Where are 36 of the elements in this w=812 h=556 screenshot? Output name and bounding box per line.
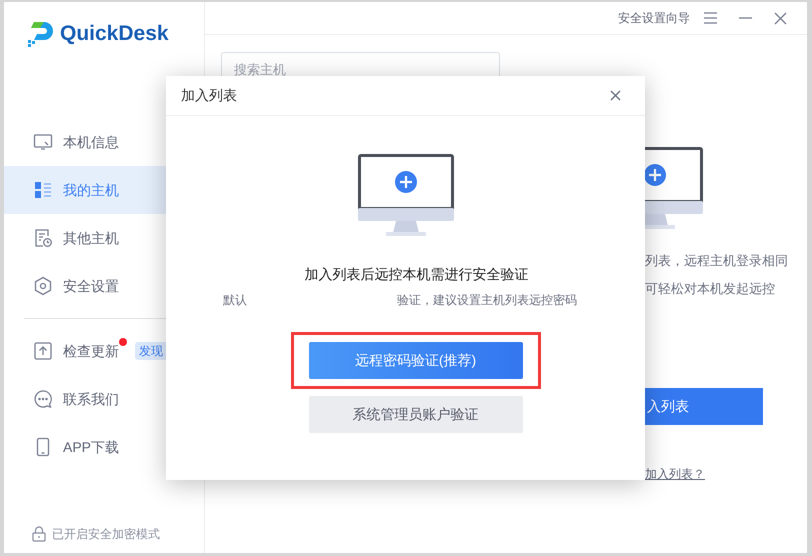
close-icon[interactable] (610, 90, 621, 101)
add-to-list-button[interactable]: 入列表 (645, 388, 763, 425)
help-link[interactable]: 加入列表？ (645, 465, 788, 483)
sidebar-label: 联系我们 (63, 390, 119, 408)
sidebar-label: 本机信息 (63, 132, 119, 152)
lock-icon (32, 526, 46, 542)
encryption-status: 已开启安全加密模式 (52, 526, 160, 543)
logo-icon (26, 20, 54, 48)
dialog-heading: 加入列表后远控本机需进行安全验证 (304, 265, 528, 284)
remote-password-button[interactable]: 远程密码验证(推荐) (308, 342, 522, 379)
description-text: 可轻松对本机发起远控 (645, 280, 776, 298)
subtitle-text: 默认 (223, 292, 247, 309)
sidebar-item[interactable]: 本机信息 (4, 118, 204, 166)
menu-icon[interactable] (704, 12, 717, 24)
list-icon (33, 180, 53, 200)
hexagon-icon (33, 276, 53, 296)
sidebar-label: 检查更新 (63, 340, 119, 362)
close-icon[interactable] (774, 12, 787, 24)
sidebar-label: 其他主机 (63, 228, 119, 248)
chat-icon (33, 389, 53, 409)
admin-account-button[interactable]: 系统管理员账户验证 (308, 396, 522, 433)
sidebar-label: 我的主机 (63, 180, 119, 200)
logo-text: QuickDesk (60, 21, 169, 47)
sidebar-item[interactable]: 联系我们 (4, 375, 204, 423)
sidebar-item[interactable]: 其他主机 (4, 214, 204, 262)
dialog-title: 加入列表 (181, 86, 237, 105)
description-text: 列表，远程主机登录相同 (645, 252, 788, 270)
upload-icon (33, 341, 53, 361)
security-wizard-link[interactable]: 安全设置向导 (618, 9, 690, 27)
document-clock-icon (33, 228, 53, 248)
sidebar-label: 安全设置 (63, 276, 119, 296)
sidebar-item[interactable]: 安全设置 (4, 262, 204, 310)
sidebar-item[interactable]: APP下载 (4, 423, 204, 471)
sidebar-label: APP下载 (63, 438, 120, 456)
subtitle-text: 验证，建议设置主机列表远控密码 (397, 292, 577, 309)
monitor-icon (33, 132, 53, 152)
